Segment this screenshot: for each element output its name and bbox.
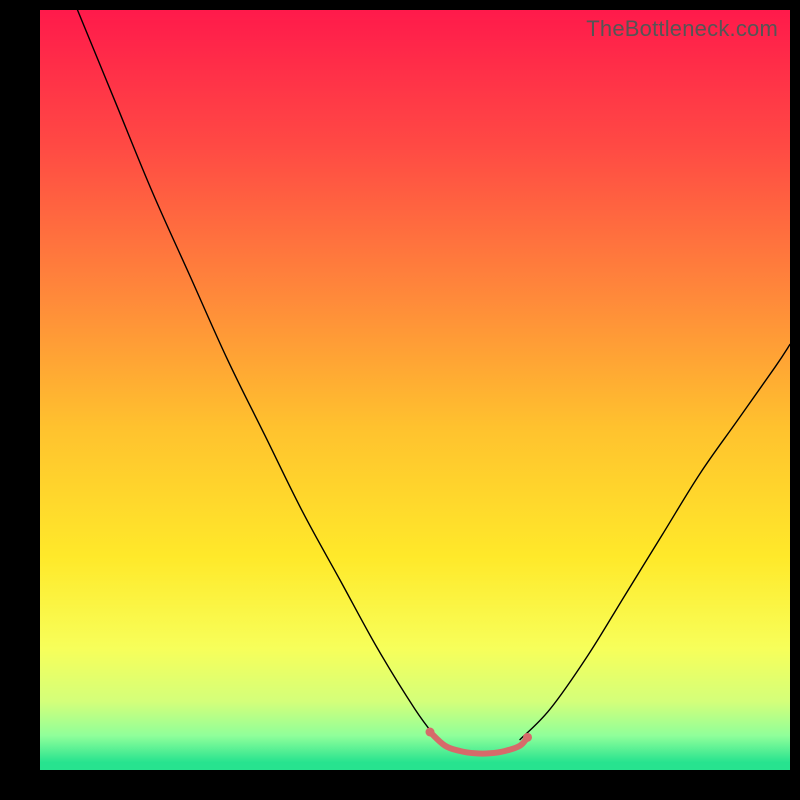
watermark-text: TheBottleneck.com xyxy=(586,16,778,42)
series-valley-endpoint xyxy=(426,728,435,737)
chart-frame: TheBottleneck.com xyxy=(40,10,790,770)
series-valley-endpoint xyxy=(523,733,532,742)
chart-background xyxy=(40,10,790,770)
chart-plot xyxy=(40,10,790,770)
